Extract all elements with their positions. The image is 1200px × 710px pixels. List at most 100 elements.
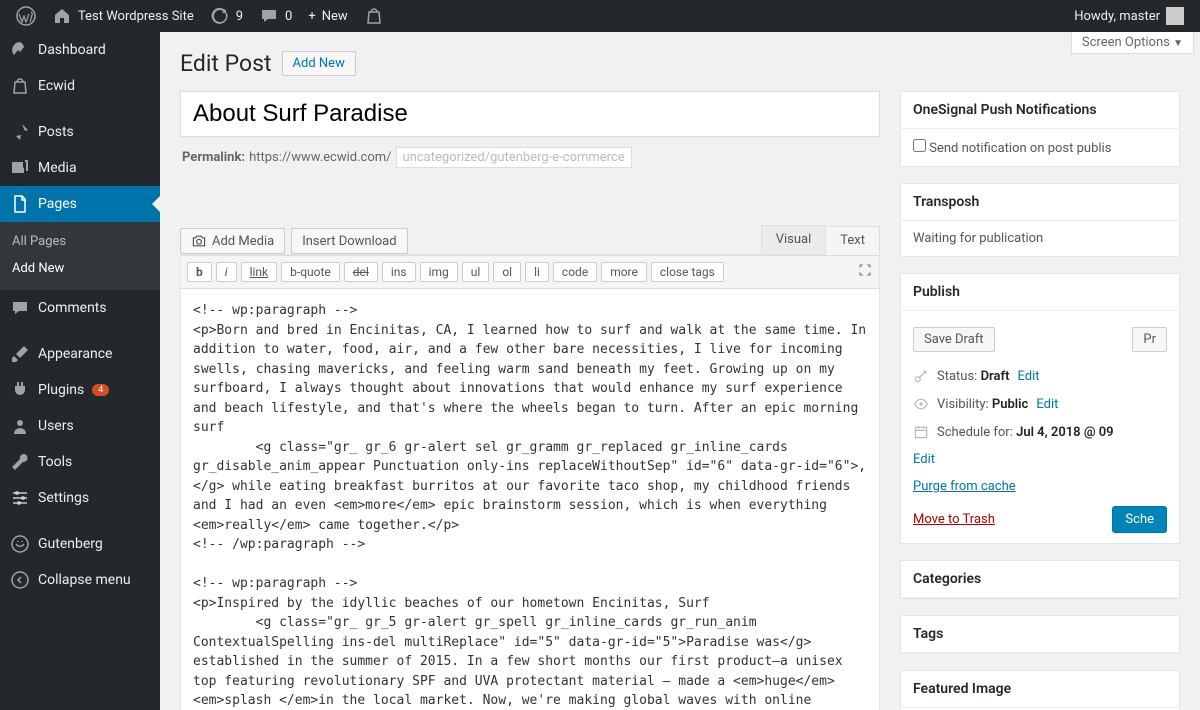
sidebar-item-dashboard[interactable]: Dashboard bbox=[0, 32, 160, 68]
sidebar-label: Ecwid bbox=[38, 78, 75, 94]
qt-close[interactable]: close tags bbox=[651, 262, 724, 282]
tab-text[interactable]: Text bbox=[825, 226, 880, 255]
comment-icon bbox=[259, 6, 279, 26]
howdy-text: Howdy, master bbox=[1074, 9, 1160, 24]
qt-link[interactable]: link bbox=[241, 262, 278, 282]
sliders-icon bbox=[10, 488, 30, 508]
plug-icon bbox=[10, 380, 30, 400]
onesignal-checkbox-row[interactable]: Send notification on post publis bbox=[913, 141, 1111, 156]
add-media-button[interactable]: Add Media bbox=[180, 228, 285, 254]
sidebar-item-gutenberg[interactable]: Gutenberg bbox=[0, 526, 160, 562]
pin-icon bbox=[10, 122, 30, 142]
box-title: Featured Image bbox=[901, 671, 1179, 708]
sidebar-item-comments[interactable]: Comments bbox=[0, 290, 160, 326]
page-icon bbox=[10, 194, 30, 214]
qt-ul[interactable]: ul bbox=[462, 262, 490, 282]
preview-button[interactable]: Pr bbox=[1132, 327, 1167, 352]
sidebar-item-plugins[interactable]: Plugins 4 bbox=[0, 372, 160, 408]
qt-img[interactable]: img bbox=[420, 262, 458, 282]
sidebar-label: Comments bbox=[38, 300, 107, 316]
refresh-icon bbox=[210, 6, 230, 26]
new-link[interactable]: +New bbox=[300, 0, 355, 32]
sidebar-label: Users bbox=[38, 418, 74, 434]
media-icon bbox=[10, 158, 30, 178]
sidebar-item-ecwid[interactable]: Ecwid bbox=[0, 68, 160, 104]
sidebar-item-pages[interactable]: Pages bbox=[0, 186, 160, 222]
visibility-text: Visibility: Public bbox=[937, 397, 1028, 412]
wordpress-icon bbox=[16, 6, 36, 26]
account-link[interactable]: Howdy, master bbox=[1066, 0, 1192, 32]
sidebar-item-posts[interactable]: Posts bbox=[0, 114, 160, 150]
box-tags[interactable]: Tags bbox=[900, 615, 1180, 654]
camera-icon bbox=[191, 233, 207, 249]
schedule-text: Schedule for: Jul 4, 2018 @ 09 bbox=[937, 425, 1114, 440]
permalink-slug[interactable]: uncategorized/gutenberg-e-commerce bbox=[396, 147, 632, 168]
sidebar-subitem-add-new[interactable]: Add New bbox=[0, 255, 160, 282]
box-publish: Publish Save Draft Pr Status: Draft Edit… bbox=[900, 273, 1180, 544]
sidebar-label: Dashboard bbox=[38, 42, 106, 58]
qt-ins[interactable]: ins bbox=[382, 262, 416, 282]
plugins-badge: 4 bbox=[92, 384, 109, 396]
edit-status-link[interactable]: Edit bbox=[1017, 369, 1039, 384]
sidebar-item-tools[interactable]: Tools bbox=[0, 444, 160, 480]
move-to-trash-link[interactable]: Move to Trash bbox=[913, 512, 995, 527]
onesignal-checkbox[interactable] bbox=[913, 139, 926, 152]
comments-link[interactable]: 0 bbox=[251, 0, 300, 32]
avatar bbox=[1166, 7, 1184, 25]
sidebar-item-settings[interactable]: Settings bbox=[0, 480, 160, 516]
sidebar-subitem-all-pages[interactable]: All Pages bbox=[0, 228, 160, 255]
chevron-down-icon: ▼ bbox=[1173, 38, 1183, 49]
editor-textarea[interactable]: <!-- wp:paragraph --> <p>Born and bred i… bbox=[181, 289, 879, 710]
key-icon bbox=[913, 368, 929, 384]
edit-schedule-link[interactable]: Edit bbox=[913, 452, 935, 467]
tab-visual[interactable]: Visual bbox=[761, 225, 827, 254]
qt-more[interactable]: more bbox=[601, 262, 647, 282]
transposh-body: Waiting for publication bbox=[901, 221, 1179, 256]
box-onesignal: OneSignal Push Notifications Send notifi… bbox=[900, 91, 1180, 167]
insert-download-button[interactable]: Insert Download bbox=[291, 228, 407, 254]
qt-del[interactable]: del bbox=[344, 262, 378, 282]
sidebar-item-appearance[interactable]: Appearance bbox=[0, 336, 160, 372]
qt-li[interactable]: li bbox=[525, 262, 549, 282]
sidebar-label: Gutenberg bbox=[38, 536, 103, 552]
qt-ol[interactable]: ol bbox=[493, 262, 521, 282]
qt-bold[interactable]: b bbox=[187, 262, 212, 282]
comment-icon bbox=[10, 298, 30, 318]
status-text: Status: Draft bbox=[937, 369, 1009, 384]
qt-bquote[interactable]: b-quote bbox=[281, 262, 340, 282]
home-link[interactable]: Test Wordpress Site bbox=[44, 0, 202, 32]
qt-italic[interactable]: i bbox=[216, 262, 237, 282]
screen-options-button[interactable]: Screen Options ▼ bbox=[1071, 32, 1194, 54]
calendar-icon bbox=[913, 424, 929, 440]
box-title: Transposh bbox=[901, 184, 1179, 221]
permalink-label: Permalink: bbox=[182, 150, 245, 165]
purge-cache-link[interactable]: Purge from cache bbox=[913, 479, 1016, 494]
qt-code[interactable]: code bbox=[553, 262, 597, 282]
eye-icon bbox=[913, 396, 929, 412]
sidebar-item-media[interactable]: Media bbox=[0, 150, 160, 186]
fullscreen-button[interactable] bbox=[857, 262, 873, 282]
wp-logo[interactable] bbox=[8, 0, 44, 32]
box-categories[interactable]: Categories bbox=[900, 560, 1180, 599]
store-link[interactable] bbox=[356, 0, 392, 32]
expand-icon bbox=[857, 262, 873, 278]
post-title-input[interactable] bbox=[180, 91, 880, 137]
schedule-button[interactable]: Sche bbox=[1112, 506, 1167, 533]
add-new-button[interactable]: Add New bbox=[282, 51, 356, 76]
updates-count: 9 bbox=[236, 9, 243, 24]
sidebar-collapse[interactable]: Collapse menu bbox=[0, 562, 160, 598]
wrench-icon bbox=[10, 452, 30, 472]
add-media-label: Add Media bbox=[212, 234, 274, 249]
permalink-base: https://www.ecwid.com/ bbox=[249, 150, 391, 165]
sidebar-item-users[interactable]: Users bbox=[0, 408, 160, 444]
updates-link[interactable]: 9 bbox=[202, 0, 251, 32]
home-icon bbox=[52, 6, 72, 26]
bag-icon bbox=[364, 6, 384, 26]
gutenberg-icon bbox=[10, 534, 30, 554]
edit-visibility-link[interactable]: Edit bbox=[1036, 397, 1058, 412]
bag-icon bbox=[10, 76, 30, 96]
save-draft-button[interactable]: Save Draft bbox=[913, 327, 995, 352]
sidebar-label: Appearance bbox=[38, 346, 112, 362]
comments-count: 0 bbox=[285, 9, 292, 24]
box-title: Tags bbox=[901, 616, 1179, 653]
